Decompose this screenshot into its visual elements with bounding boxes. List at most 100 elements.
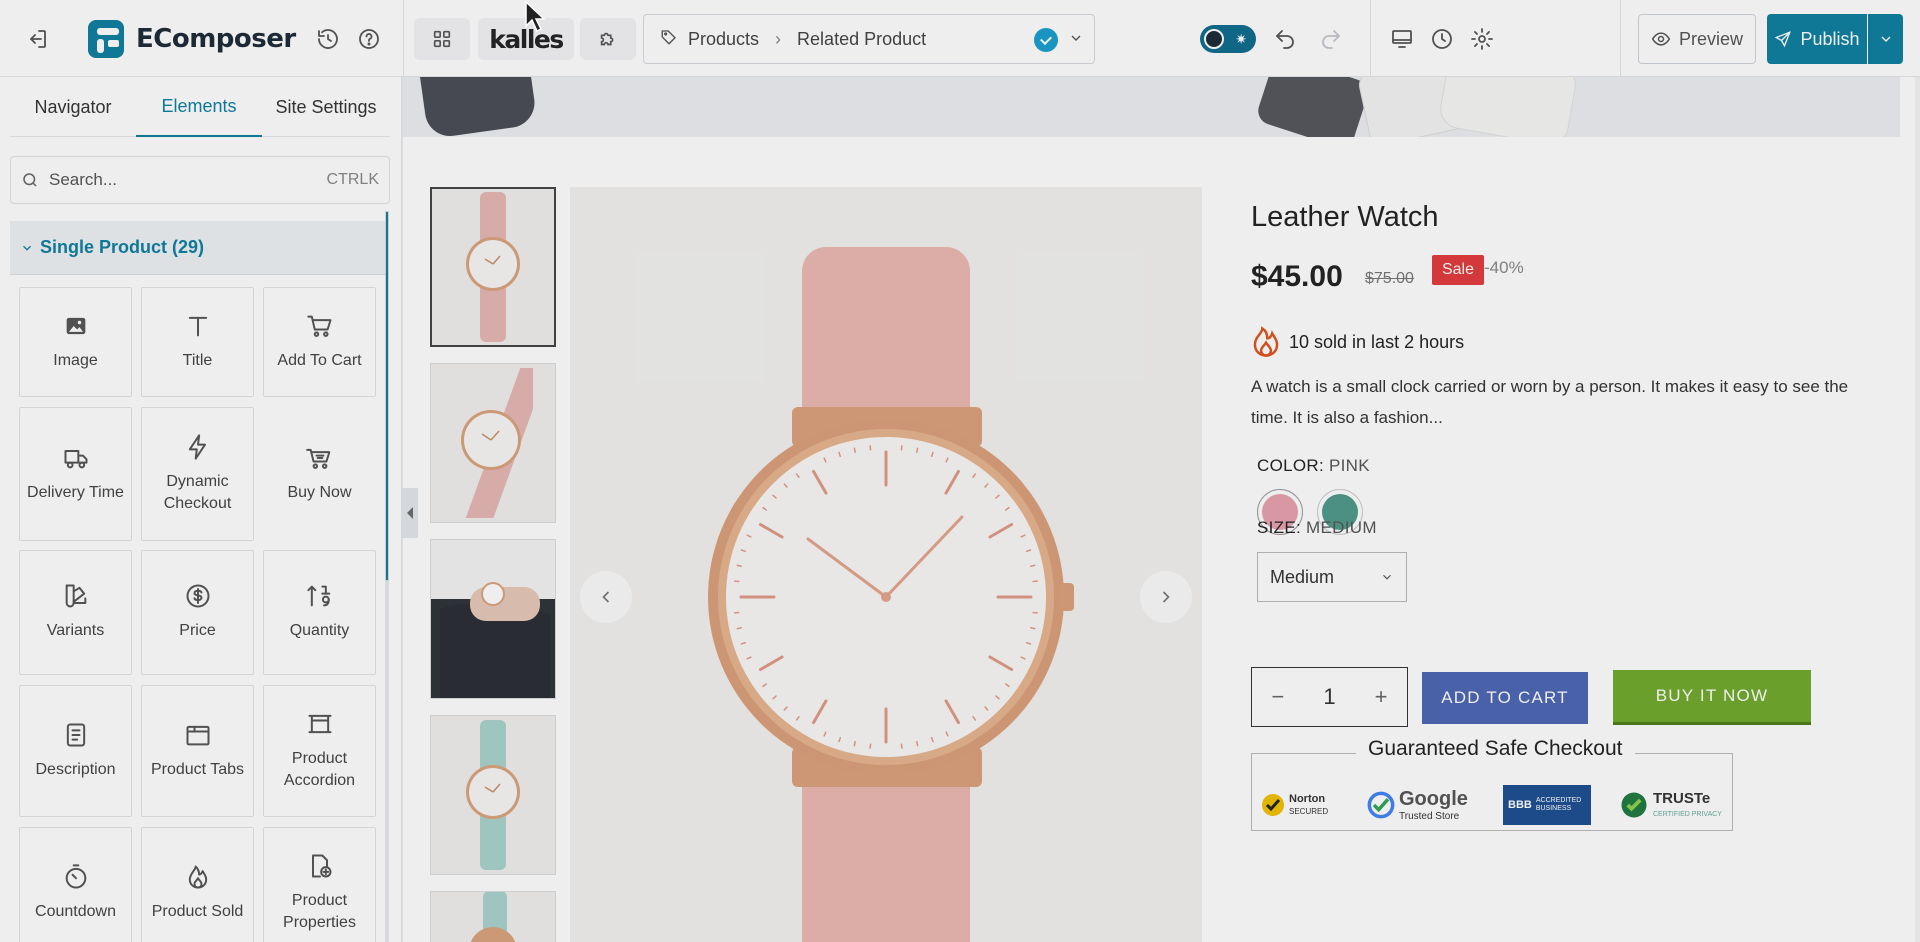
chevron-down-icon[interactable]: [1068, 30, 1084, 46]
element-tile-product-sold[interactable]: Product Sold: [141, 827, 254, 942]
product-price: $45.00: [1251, 260, 1343, 293]
top-toolbar: EComposer kalles Products › Related Prod…: [0, 0, 1920, 77]
thumbnail-image[interactable]: [430, 891, 556, 942]
element-label: Dynamic Checkout: [163, 472, 232, 512]
help-icon[interactable]: [354, 24, 384, 54]
clock-icon[interactable]: [1427, 24, 1457, 54]
panel-scrollbar[interactable]: [385, 211, 389, 942]
badge-sub: Trusted Store: [1399, 810, 1460, 822]
element-tile-product-properties[interactable]: Product Properties: [263, 827, 376, 942]
exit-icon[interactable]: [22, 24, 52, 54]
related-products-banner: [403, 77, 1900, 137]
element-tile-quantity[interactable]: Quantity: [263, 550, 376, 675]
minus-icon[interactable]: −: [1272, 684, 1285, 710]
thumbnail-image[interactable]: [430, 187, 556, 347]
breadcrumb-current[interactable]: Related Product: [797, 29, 926, 50]
chevron-left-icon: [602, 591, 610, 603]
thumbnail-image[interactable]: [430, 715, 556, 875]
element-tile-countdown[interactable]: Countdown: [19, 827, 132, 942]
size-option-label: SIZE: MEDIUM: [1257, 518, 1377, 538]
thumbnail-image[interactable]: [430, 363, 556, 523]
document-plus-icon: [311, 854, 331, 878]
truste-badge: TRUSTe CERTIFIED PRIVACY: [1619, 785, 1722, 825]
panel-collapse-handle[interactable]: [402, 488, 418, 538]
check-icon: [1034, 28, 1058, 52]
element-label: Delivery Time: [27, 483, 124, 501]
tab-navigator[interactable]: Navigator: [10, 77, 136, 137]
badge-sub: CERTIFIED PRIVACY: [1653, 811, 1722, 819]
element-tile-product-accordion[interactable]: Product Accordion: [263, 685, 376, 817]
chevron-down-icon: [1383, 574, 1391, 580]
flame-icon: [188, 865, 207, 889]
element-label: Buy Now: [287, 483, 352, 501]
history-icon[interactable]: [313, 24, 343, 54]
element-tile-image[interactable]: Image: [19, 287, 132, 397]
element-tile-dynamic-checkout[interactable]: Dynamic Checkout: [141, 407, 254, 541]
element-search-input[interactable]: Search... CTRLK: [10, 156, 390, 204]
element-tile-price[interactable]: Price: [141, 550, 254, 675]
product-sold: 10 sold in last 2 hours: [1251, 326, 1464, 358]
element-tile-delivery-time[interactable]: Delivery Time: [19, 407, 132, 541]
element-label: Image: [53, 351, 98, 369]
quantity-stepper: − 1 +: [1251, 667, 1408, 727]
element-tile-buy-now[interactable]: Buy Now: [263, 407, 376, 541]
next-image-button[interactable]: [1140, 571, 1192, 623]
add-to-cart-button[interactable]: ADD TO CART: [1422, 672, 1588, 724]
app-logo[interactable]: EComposer: [88, 20, 296, 58]
element-tile-description[interactable]: Description: [19, 685, 132, 817]
product-main-image[interactable]: [570, 187, 1202, 942]
element-tile-product-tabs[interactable]: Product Tabs: [141, 685, 254, 817]
dark-mode-toggle[interactable]: ✷: [1200, 25, 1256, 53]
product-title: Leather Watch: [1251, 201, 1439, 233]
publish-button[interactable]: Publish: [1767, 14, 1867, 64]
undo-icon[interactable]: [1270, 24, 1300, 54]
logo-mark-icon: [88, 20, 124, 58]
element-label: Countdown: [35, 902, 116, 920]
publish-label: Publish: [1800, 28, 1860, 49]
tab-elements[interactable]: Elements: [136, 77, 262, 137]
preview-label: Preview: [1678, 28, 1744, 49]
lightning-icon: [188, 433, 206, 460]
timer-icon: [65, 864, 86, 889]
element-tile-add-to-cart[interactable]: Add To Cart: [263, 287, 376, 397]
publish-options-button[interactable]: [1868, 14, 1903, 64]
preview-button[interactable]: Preview: [1638, 14, 1756, 64]
badge-sub: SECURED: [1289, 807, 1329, 816]
redo-icon[interactable]: [1316, 24, 1346, 54]
buy-it-now-button[interactable]: BUY IT NOW: [1613, 670, 1811, 722]
chevron-right-icon: [1162, 591, 1170, 603]
flame-icon: [1253, 326, 1279, 357]
truck-icon: [64, 449, 87, 469]
quantity-value[interactable]: 1: [1323, 684, 1335, 710]
truste-check-icon: [1621, 792, 1647, 818]
prev-image-button[interactable]: [580, 571, 632, 623]
norton-check-icon: [1262, 794, 1284, 816]
desktop-view-icon[interactable]: [1387, 24, 1417, 54]
sun-icon: ✷: [1235, 31, 1247, 47]
section-single-product[interactable]: Single Product (29): [10, 221, 388, 275]
element-tile-variants[interactable]: Variants: [19, 550, 132, 675]
element-label: Product Sold: [151, 902, 244, 920]
badge-name: TRUSTe: [1653, 789, 1711, 807]
badge-name: Google: [1399, 787, 1468, 810]
element-label: Quantity: [289, 622, 350, 640]
settings-gear-icon[interactable]: [1467, 24, 1497, 54]
integrations-button[interactable]: [580, 18, 636, 60]
element-tile-title[interactable]: Title: [141, 287, 254, 397]
apps-grid-button[interactable]: [414, 18, 470, 60]
plus-icon[interactable]: +: [1375, 684, 1388, 710]
mouse-cursor-icon: [524, 0, 548, 39]
size-value: MEDIUM: [1306, 518, 1377, 537]
tab-site-settings[interactable]: Site Settings: [262, 77, 390, 137]
puzzle-icon: [600, 32, 614, 46]
size-select[interactable]: Medium: [1257, 552, 1407, 602]
breadcrumb-item[interactable]: Products: [688, 29, 759, 50]
buy-now-highlight: BUY IT NOW: [1603, 662, 1823, 730]
badge-sub: ACCREDITED BUSINESS: [1535, 797, 1582, 812]
scrollbar-thumb[interactable]: [385, 211, 389, 581]
color-label: COLOR:: [1257, 456, 1324, 475]
element-label: Product Tabs: [150, 760, 245, 778]
dollar-icon: [186, 584, 209, 608]
thumbnail-image[interactable]: [430, 539, 556, 699]
page-selector[interactable]: Products › Related Product: [643, 14, 1095, 64]
